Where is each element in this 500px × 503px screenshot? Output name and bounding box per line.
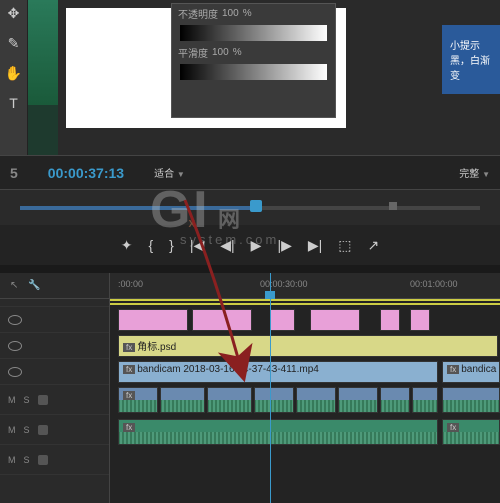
a1-header[interactable]: MS <box>0 385 109 415</box>
program-monitor: 不透明度100% 平滑度100% <box>58 0 500 155</box>
go-out-icon[interactable]: ▶| <box>308 237 322 254</box>
clip[interactable] <box>310 309 360 331</box>
work-area[interactable] <box>110 299 500 305</box>
eye-icon[interactable] <box>8 315 22 325</box>
audio-clip[interactable] <box>442 387 500 413</box>
fit-dropdown[interactable]: 适合 <box>154 169 174 180</box>
clip[interactable]: fxbandicam 2018-03-16 14-37-43-411.mp4 <box>118 361 438 383</box>
add-marker-icon[interactable]: ✦ <box>121 237 133 254</box>
playhead-handle[interactable] <box>250 200 262 212</box>
mic-icon[interactable] <box>38 425 48 435</box>
audio-clip[interactable]: fx <box>442 419 500 445</box>
clip[interactable] <box>192 309 252 331</box>
v2-track: fx角标.psd <box>110 333 500 359</box>
mark-in-icon[interactable]: { <box>148 237 153 253</box>
audio-clip[interactable] <box>380 387 410 413</box>
a2-header[interactable]: MS <box>0 415 109 445</box>
tooltip-text: 黑，白渐变 <box>450 52 492 82</box>
wrench-icon[interactable]: 🔧 <box>28 280 40 291</box>
track-header-panel: ↖ 🔧 MS MS MS <box>0 273 110 503</box>
brush-tool-icon[interactable]: ✎ <box>3 32 25 54</box>
gradient-stops[interactable] <box>180 64 327 80</box>
clip[interactable] <box>410 309 430 331</box>
mic-icon[interactable] <box>38 395 48 405</box>
chevron-down-icon: ▼ <box>482 170 490 179</box>
audio-clip[interactable]: fx <box>118 387 158 413</box>
export-icon[interactable]: ↗ <box>368 237 380 254</box>
chevron-down-icon: ▼ <box>177 170 185 179</box>
ruler-tick: :00:00 <box>118 279 143 289</box>
gradient-panel: 不透明度100% 平滑度100% <box>171 3 336 118</box>
playhead[interactable] <box>270 273 271 503</box>
eye-icon[interactable] <box>8 341 22 351</box>
clip[interactable] <box>118 309 188 331</box>
clip[interactable]: fxbandica <box>442 361 500 383</box>
audio-clip[interactable] <box>412 387 438 413</box>
audio-waveform <box>28 0 58 155</box>
clip[interactable]: fx角标.psd <box>118 335 498 357</box>
scrub-bar[interactable] <box>0 190 500 225</box>
a3-header[interactable]: MS <box>0 445 109 475</box>
program-bar: 5 00:00:37:13 适合 ▼ 完整 ▼ <box>0 155 500 190</box>
eye-icon[interactable] <box>8 367 22 377</box>
canvas[interactable]: 不透明度100% 平滑度100% <box>66 8 346 128</box>
quality-dropdown[interactable]: 完整 <box>459 169 479 180</box>
transport-controls: ✦ { } |◀ ◀| ▶ |▶ ▶| ⬚ ↗ <box>0 225 500 265</box>
audio-clip[interactable] <box>254 387 294 413</box>
move-tool-icon[interactable]: ✥ <box>3 2 25 24</box>
audio-clip[interactable] <box>296 387 336 413</box>
smooth-label: 平滑度 <box>178 45 208 60</box>
v3-track <box>110 307 500 333</box>
step-forward-icon[interactable]: |▶ <box>277 237 291 254</box>
play-icon[interactable]: ▶ <box>251 237 262 254</box>
lift-icon[interactable]: ⬚ <box>338 237 351 254</box>
v3-header[interactable] <box>0 307 109 333</box>
opacity-label: 不透明度 <box>178 6 218 21</box>
timeline-tracks[interactable]: :00:00 00:00:30:00 00:01:00:00 fx角标.psd … <box>110 273 500 503</box>
audio-clip[interactable] <box>338 387 378 413</box>
go-in-icon[interactable]: |◀ <box>190 237 204 254</box>
scrub-track[interactable] <box>20 206 480 210</box>
mic-icon[interactable] <box>38 455 48 465</box>
tooltip: 小提示 黑，白渐变 <box>442 25 500 94</box>
timeline: ↖ 🔧 MS MS MS :00:00 00:00:30:00 00:01:00… <box>0 273 500 503</box>
mark-out-icon[interactable]: } <box>169 237 174 253</box>
v1-track: fxbandicam 2018-03-16 14-37-43-411.mp4 f… <box>110 359 500 385</box>
ruler-tick: 00:00:30:00 <box>260 279 308 289</box>
v1-header[interactable] <box>0 359 109 385</box>
tooltip-title: 小提示 <box>450 37 492 52</box>
hand-tool-icon[interactable]: ✋ <box>3 62 25 84</box>
tool-column: ✥ ✎ ✋ T <box>0 0 28 155</box>
source-mark: 5 <box>10 165 18 181</box>
audio-clip[interactable]: fx <box>118 419 438 445</box>
step-back-icon[interactable]: ◀| <box>220 237 234 254</box>
audio-clip[interactable] <box>160 387 205 413</box>
a2-track: fx fx <box>110 417 500 447</box>
type-tool-icon[interactable]: T <box>3 92 25 114</box>
gradient-bar[interactable] <box>180 25 327 41</box>
v2-header[interactable] <box>0 333 109 359</box>
clip[interactable] <box>270 309 295 331</box>
ruler-tick: 00:01:00:00 <box>410 279 458 289</box>
time-ruler[interactable]: :00:00 00:00:30:00 00:01:00:00 <box>110 273 500 299</box>
timecode[interactable]: 00:00:37:13 <box>48 165 124 181</box>
timeline-tools: ↖ 🔧 <box>0 273 109 299</box>
clip[interactable] <box>380 309 400 331</box>
audio-clip[interactable] <box>207 387 252 413</box>
a1-track: fx <box>110 385 500 415</box>
out-marker[interactable] <box>389 202 397 210</box>
cursor-icon[interactable]: ↖ <box>10 280 18 291</box>
